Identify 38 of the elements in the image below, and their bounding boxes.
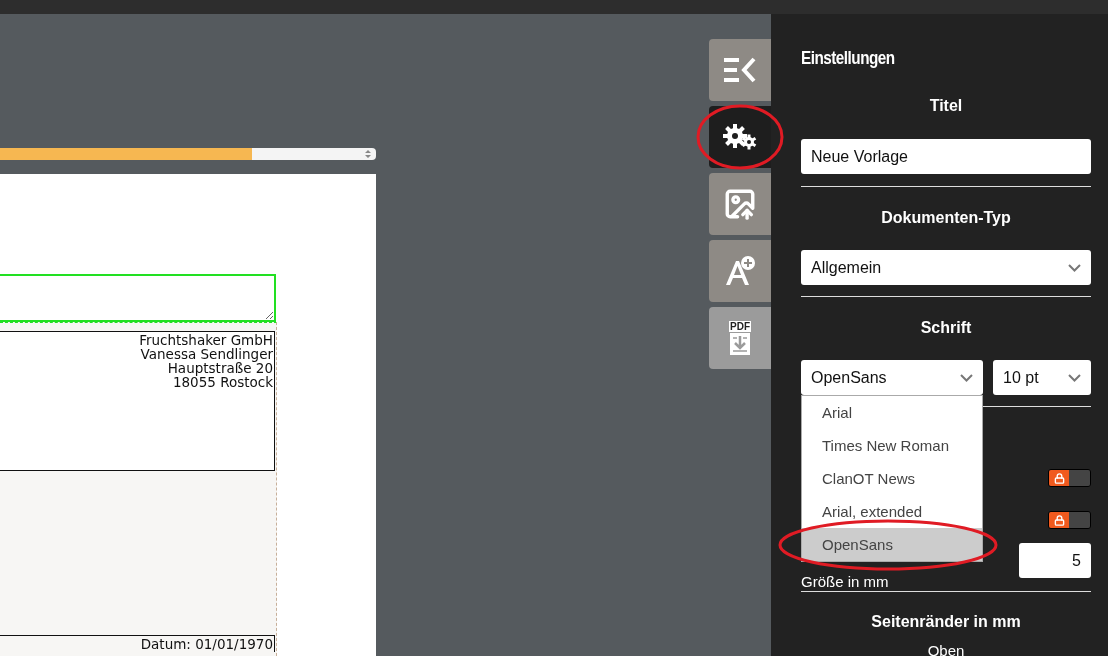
size-input[interactable]: 5 [1019,543,1091,578]
font-size-select[interactable]: 10 pt [993,360,1091,395]
document-download-icon [729,331,751,356]
chevron-down-icon [1068,373,1081,382]
chevron-down-icon [1068,263,1081,272]
section-heading: Dokumenten-Typ [880,209,1012,227]
lock-toggle[interactable] [1048,469,1091,487]
font-option[interactable]: OpenSans [802,528,982,561]
section-heading: Seitenränder in mm [870,613,1022,631]
up-down-arrows-icon [365,150,371,158]
section-heading: Titel [928,97,964,115]
pdf-tool-button[interactable]: PDF [709,307,771,369]
lock-icon [1053,514,1065,526]
collapse-menu-icon [724,57,756,83]
chevron-down-icon [960,373,973,382]
settings-tool-button[interactable] [709,106,771,168]
gears-icon [723,124,757,150]
pdf-label: PDF [729,320,751,332]
lock-icon [1053,472,1065,484]
address-line: Vanessa Sendlinger [139,347,273,361]
section-heading: Schrift [919,319,973,337]
size-label: Größe in mm [801,573,889,590]
address-line: Hauptstraße 20 [166,361,273,375]
title-input[interactable]: Neue Vorlage [801,139,1091,174]
add-font-tool-button[interactable] [709,240,771,302]
address-line: 18055 Rostock [172,375,273,389]
lock-toggle[interactable] [1048,511,1091,529]
image-upload-tool-button[interactable] [709,173,771,235]
document-type-select[interactable]: Allgemein [801,250,1091,285]
address-line: Fruchtshaker GmbH [138,333,273,347]
header-field[interactable] [0,274,276,322]
collapse-tool-button[interactable] [709,39,771,101]
letter-plus-icon [724,255,756,287]
panel-title: Einstellungen [801,48,896,68]
image-upload-icon [723,187,757,221]
address-field[interactable]: Fruchtshaker GmbH Vanessa Sendlinger Hauptstraße 20 18055 Rostock [0,331,275,471]
date-text: Datum: 01/01/1970 [0,635,275,652]
field-label: Oben [926,642,966,656]
